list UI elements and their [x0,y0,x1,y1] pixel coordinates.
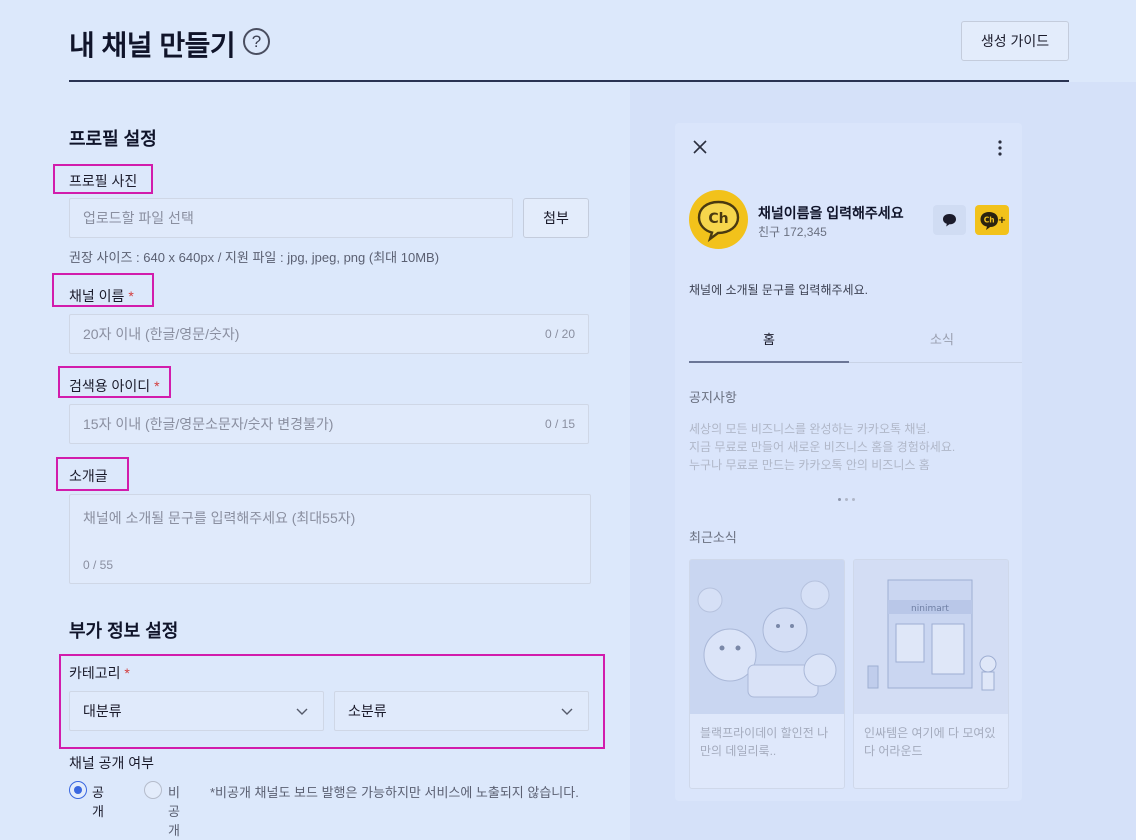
search-id-placeholder: 15자 이내 (한글/영문소문자/숫자 변경불가) [83,416,334,432]
page-header: 내 채널 만들기 ? 생성 가이드 [69,0,1069,82]
chat-button[interactable] [933,205,966,235]
private-radio[interactable] [144,781,162,799]
store-sign: ninimart [911,604,949,614]
search-id-input[interactable]: 15자 이내 (한글/영문소문자/숫자 변경불가) 0 / 15 [69,404,589,444]
channel-avatar: Ch [689,190,748,249]
private-label[interactable]: 비공개 [168,782,180,839]
photo-hint: 권장 사이즈 : 640 x 640px / 지원 파일 : jpg, jpeg… [69,250,440,265]
channel-name-input[interactable]: 20자 이내 (한글/영문/숫자) 0 / 20 [69,314,589,354]
news-card-text: 블랙프라이데이 할인전 나만의 데일리룩.. [700,726,829,758]
chevron-down-icon [296,708,308,715]
search-id-label: 검색용 아이디 * [69,378,160,394]
profile-photo-label: 프로필 사진 [69,173,138,189]
news-card-image [690,560,844,714]
required-mark: * [154,378,160,394]
visibility-label: 채널 공개 여부 [69,755,155,771]
notice-line: 세상의 모든 비즈니스를 완성하는 카카오톡 채널. [689,422,930,436]
intro-textarea[interactable]: 채널에 소개될 문구를 입력해주세요 (최대55자) 0 / 55 [69,494,591,584]
avatar-text: Ch [708,211,728,227]
channel-name-label: 채널 이름 * [69,288,134,304]
news-card-image: ninimart [854,560,1008,714]
active-tab-indicator [689,361,849,363]
preview-intro: 채널에 소개될 문구를 입력해주세요. [689,283,868,297]
category-label: 카테고리 * [69,665,130,681]
news-card[interactable]: ninimart 인싸템은 여기에 다 모여있다 어라운드 [853,559,1009,789]
tab-news[interactable]: 소식 [862,329,1022,348]
extra-section-title: 부가 정보 설정 [69,621,179,641]
minor-category-select[interactable]: 소분류 [334,691,589,731]
news-card-text: 인싸템은 여기에 다 모여있다 어라운드 [864,726,996,758]
preview-channel-name: 채널이름을 입력해주세요 [758,205,904,221]
more-options-icon[interactable] [998,140,1002,156]
search-id-counter: 0 / 15 [544,417,575,431]
channel-add-icon: Ch + [980,212,1006,230]
minor-category-value: 소분류 [348,703,387,719]
svg-text:Ch: Ch [984,216,995,225]
add-channel-button[interactable]: Ch + [975,205,1009,235]
channel-name-counter: 0 / 20 [544,327,575,341]
kakao-channel-logo-icon: Ch [697,200,740,243]
intro-placeholder: 채널에 소개될 문구를 입력해주세요 (최대55자) [83,510,356,526]
preview-friends-count: 친구 172,345 [758,225,827,239]
chevron-down-icon [561,708,573,715]
private-note: *비공개 채널도 보드 발행은 가능하지만 서비스에 노출되지 않습니다. [210,785,579,800]
profile-section-title: 프로필 설정 [69,129,157,149]
characters-illustration-icon [690,560,844,714]
attach-button[interactable]: 첨부 [523,198,589,238]
major-category-select[interactable]: 대분류 [69,691,324,731]
carousel-dots [838,488,859,506]
profile-photo-field[interactable]: 업로드할 파일 선택 [69,198,513,238]
recent-news-title: 최근소식 [689,530,737,545]
notice-line: 지금 무료로 만들어 새로운 비즈니스 홈을 경험하세요. [689,440,956,454]
channel-name-placeholder: 20자 이내 (한글/영문/숫자) [83,326,240,342]
required-mark: * [128,288,134,304]
help-icon[interactable]: ? [243,28,270,55]
store-illustration-icon: ninimart [854,560,1008,714]
tab-home[interactable]: 홈 [689,329,849,348]
preview-tabs: 홈 소식 [689,321,1022,363]
close-icon[interactable] [692,139,708,155]
svg-text:+: + [998,215,1006,226]
major-category-value: 대분류 [83,703,122,719]
channel-preview: Ch 채널이름을 입력해주세요 친구 172,345 Ch + 채널에 소개될 … [675,123,1022,801]
profile-photo-placeholder: 업로드할 파일 선택 [83,210,194,226]
page-title: 내 채널 만들기 [69,30,236,61]
public-radio[interactable] [69,781,87,799]
required-mark: * [124,665,130,681]
news-card[interactable]: 블랙프라이데이 할인전 나만의 데일리룩.. [689,559,845,789]
intro-counter: 0 / 55 [83,558,114,572]
notice-title: 공지사항 [689,390,737,405]
intro-label: 소개글 [69,468,108,484]
notice-line: 누구나 무료로 만드는 카카오톡 안의 비즈니스 홈 [689,458,930,472]
chat-bubble-icon [943,214,956,227]
guide-button[interactable]: 생성 가이드 [961,21,1069,61]
public-label[interactable]: 공개 [92,782,104,820]
